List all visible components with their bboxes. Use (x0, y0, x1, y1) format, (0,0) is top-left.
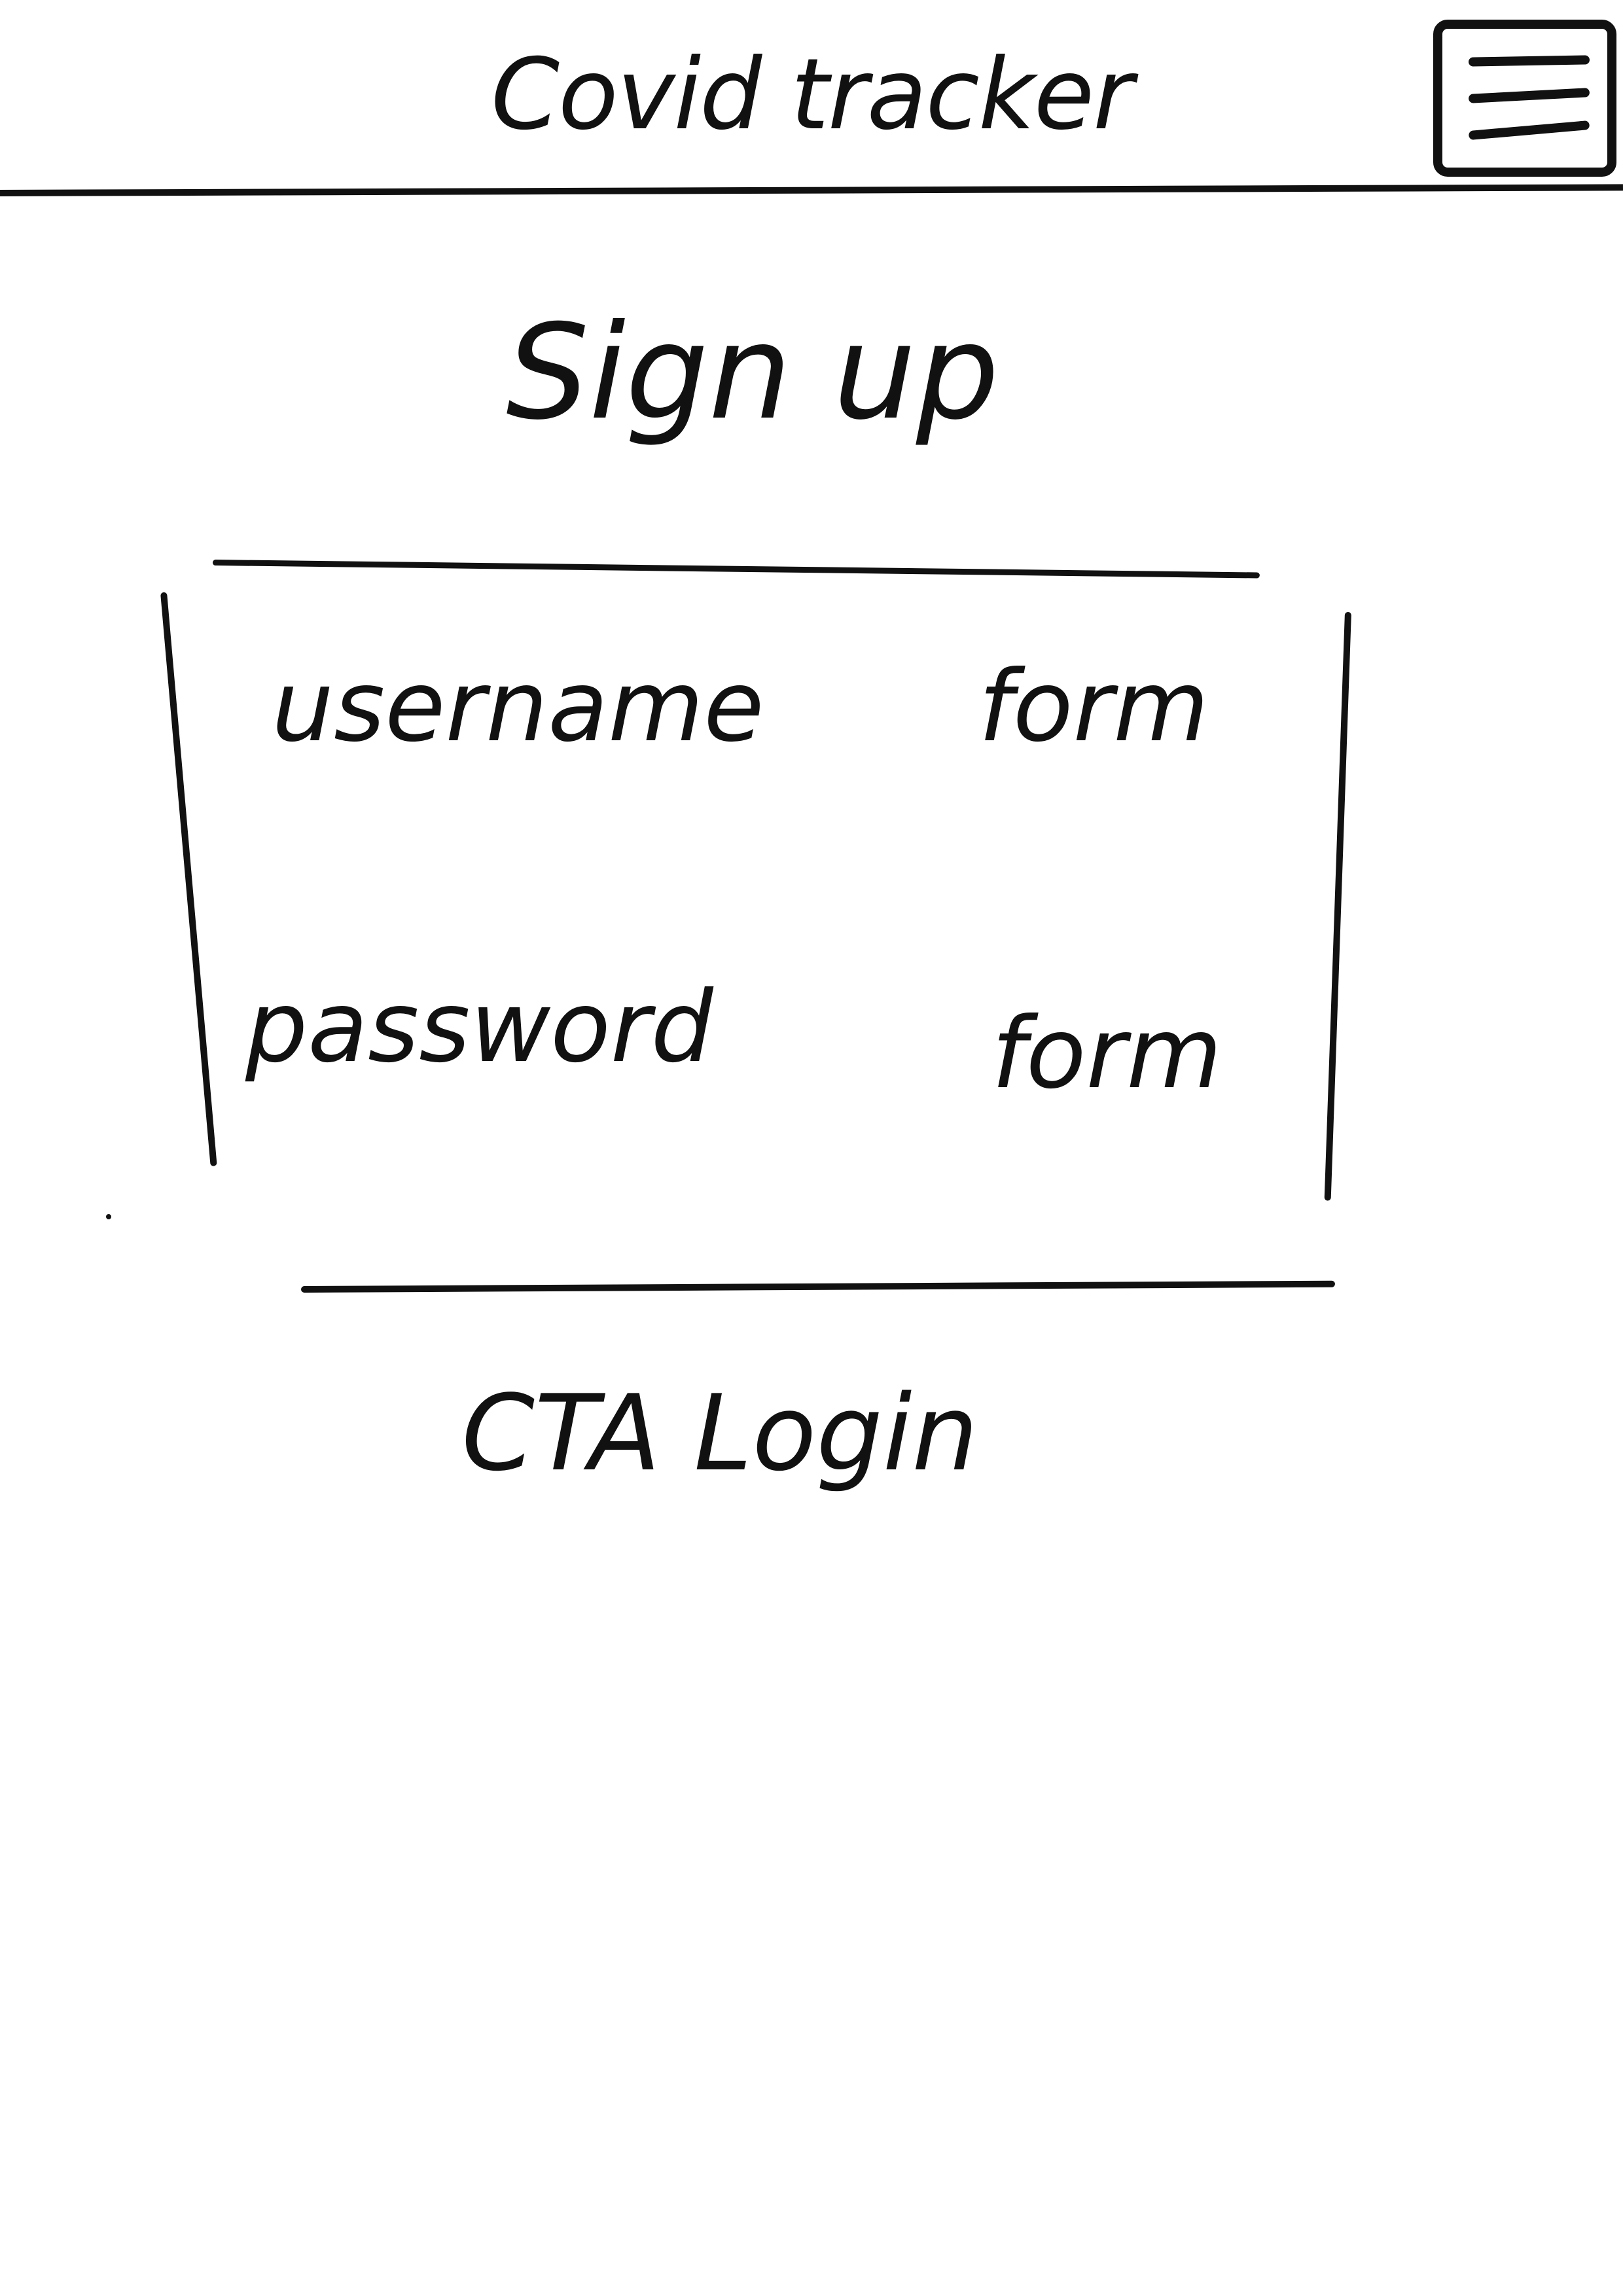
password-label: password (245, 971, 713, 1085)
menu-icon-line (1468, 120, 1590, 141)
form-border-left (160, 592, 217, 1167)
form-border-top (212, 560, 1260, 579)
password-row: password (245, 965, 1293, 1116)
username-row: username (272, 645, 1286, 776)
app-header: Covid tracker (0, 0, 1623, 196)
app-title: Covid tracker (491, 38, 1133, 152)
menu-button[interactable] (1433, 20, 1616, 177)
form-border-right (1324, 611, 1351, 1201)
menu-icon-line (1468, 88, 1590, 103)
form-border-bottom (300, 1280, 1336, 1293)
signup-form: username password (160, 560, 1355, 1293)
password-input[interactable] (991, 992, 1293, 1116)
page-title: Sign up (506, 296, 999, 449)
stray-ink-dot (106, 1214, 111, 1219)
username-label: username (272, 650, 764, 764)
username-input[interactable] (978, 645, 1279, 769)
menu-icon-line (1468, 55, 1590, 67)
login-cta-button[interactable]: CTA Login (0, 1381, 1531, 1486)
